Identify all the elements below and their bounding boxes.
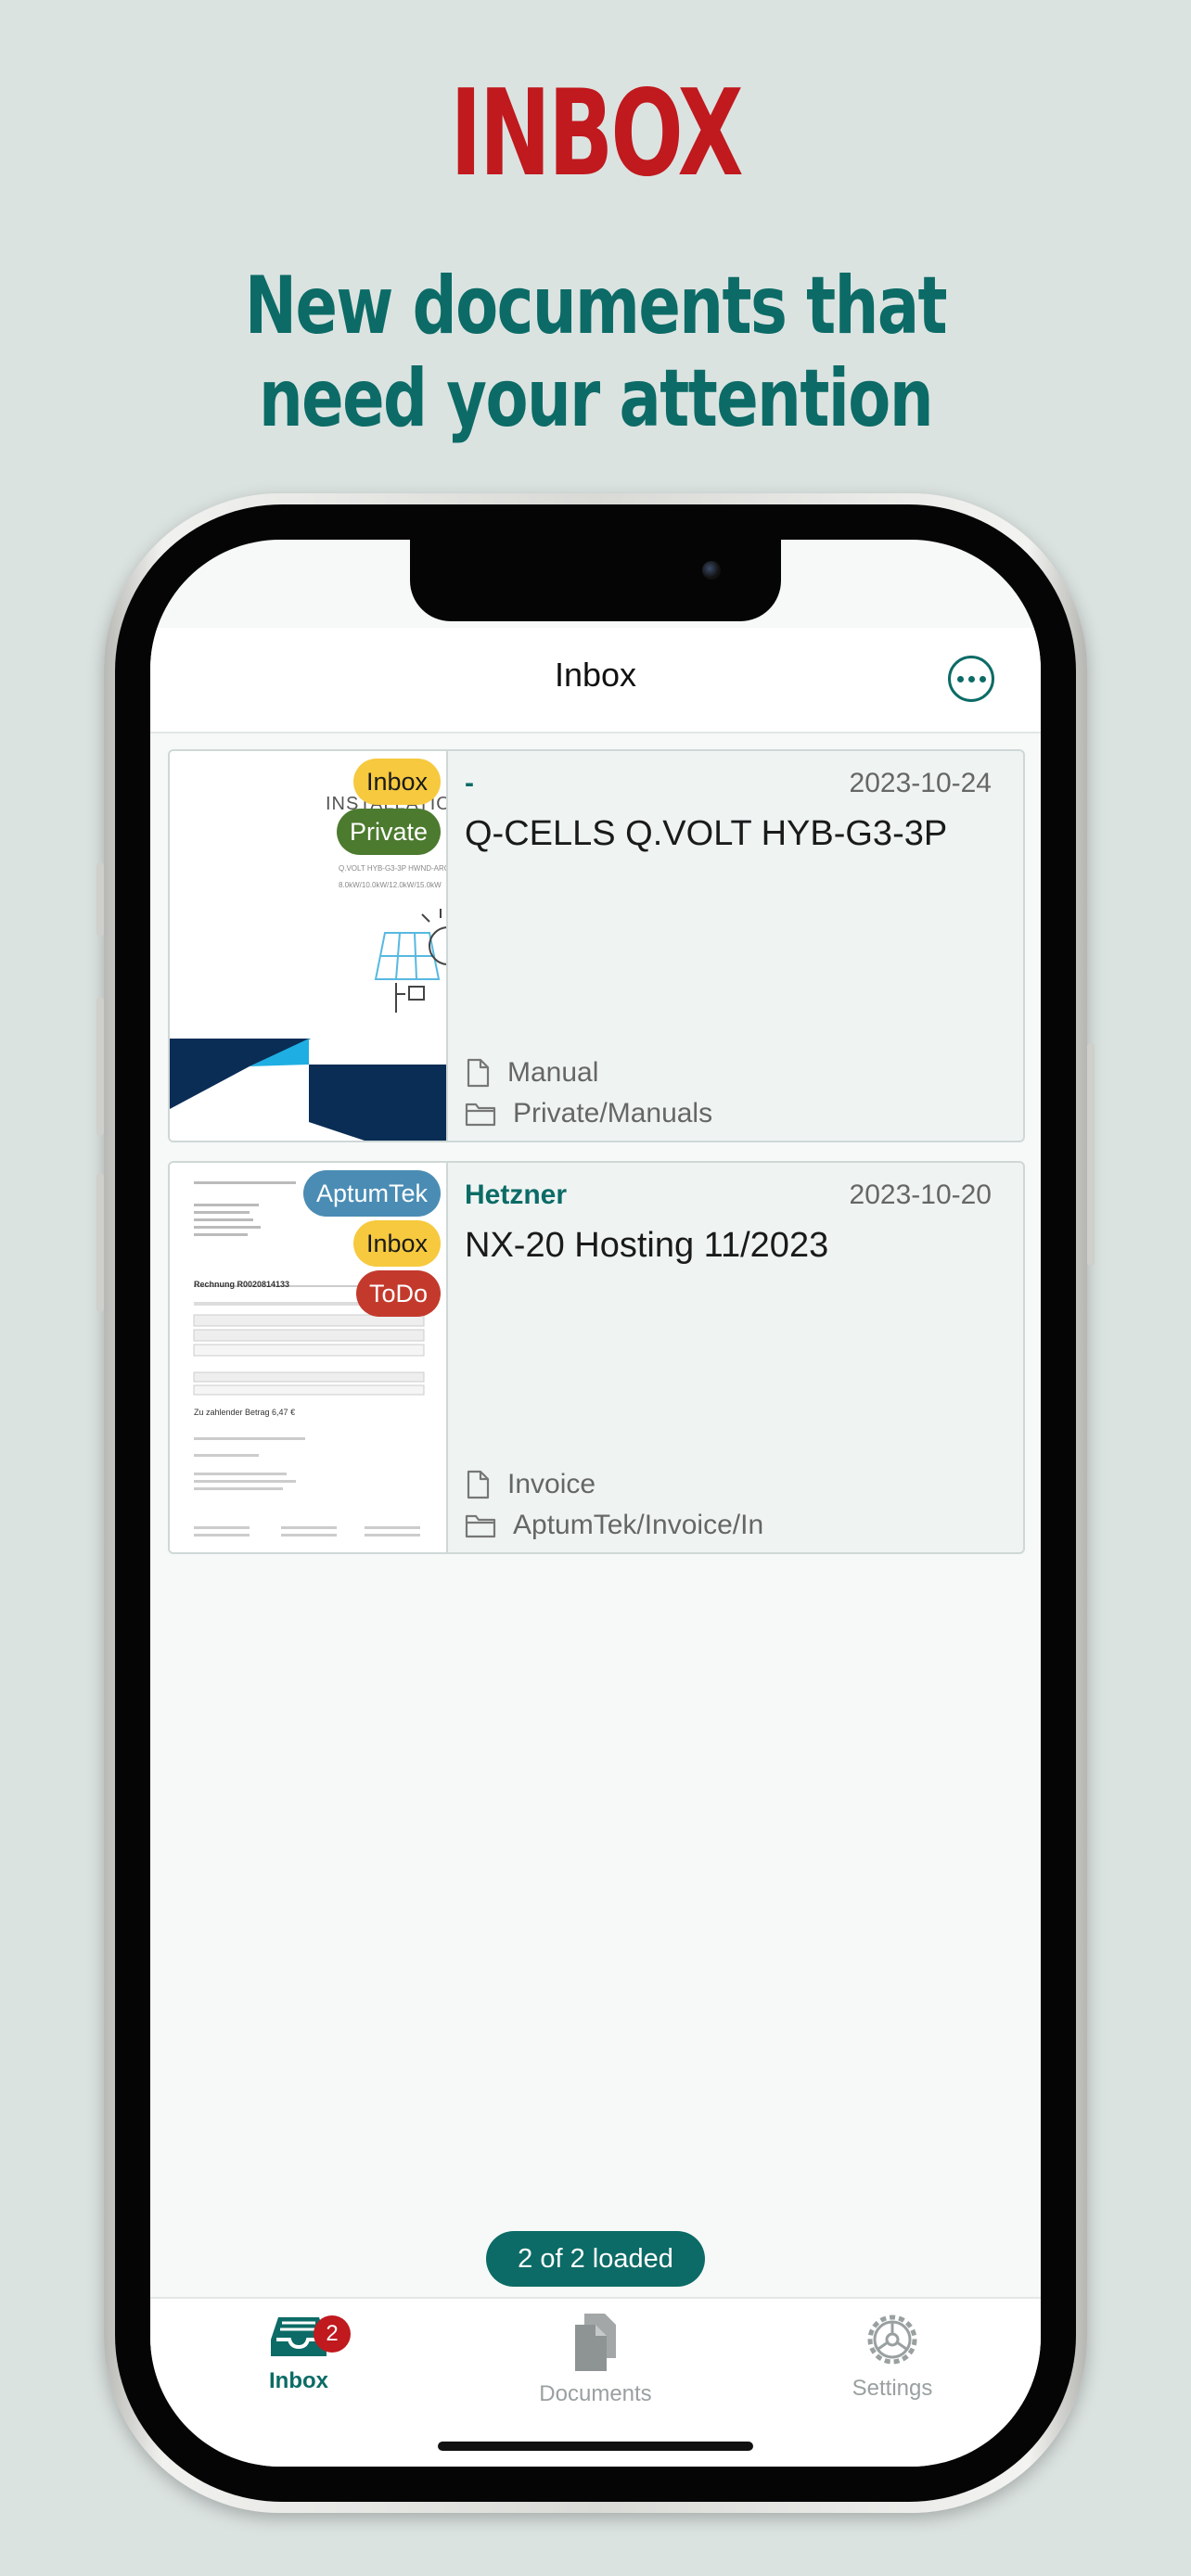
- tab-settings[interactable]: Settings: [800, 2312, 985, 2402]
- storage-path-label: Private/Manuals: [513, 1098, 713, 1129]
- tab-label: Inbox: [269, 2368, 328, 2393]
- folder-icon: [465, 1514, 496, 1538]
- tag-list: AptumTek Inbox ToDo: [302, 1170, 441, 1317]
- notch: [410, 540, 781, 621]
- tag-private[interactable]: Private: [336, 809, 441, 855]
- document-date: 2023-10-20: [849, 1180, 992, 1210]
- tag-list: Inbox Private: [336, 759, 441, 855]
- document-info: Hetzner 2023-10-20 NX-20 Hosting 11/2023…: [465, 1163, 1023, 1552]
- volume-down-button: [96, 1173, 104, 1312]
- document-date: 2023-10-24: [849, 768, 992, 798]
- mute-switch: [96, 862, 104, 937]
- storage-path-label: AptumTek/Invoice/In: [513, 1510, 764, 1540]
- storage-path: AptumTek/Invoice/In: [465, 1510, 763, 1541]
- inbox-count-badge: 2: [314, 2315, 351, 2353]
- document-type-label: Invoice: [507, 1469, 596, 1499]
- tab-label: Settings: [852, 2376, 933, 2401]
- document-title: NX-20 Hosting 11/2023: [465, 1226, 829, 1265]
- tag-inbox[interactable]: Inbox: [352, 759, 441, 805]
- power-button: [1087, 1043, 1095, 1266]
- navigation-bar: Inbox: [150, 628, 1041, 733]
- tag-inbox[interactable]: Inbox: [352, 1220, 441, 1267]
- thumbnail-line: Zu zahlender Betrag 6,47 €: [194, 1408, 296, 1417]
- document-type-label: Manual: [507, 1057, 599, 1088]
- document-card[interactable]: INSTALLATIONS Q.VOLT HYB-G3-3P HWND-ARCH…: [168, 749, 1025, 1142]
- home-indicator[interactable]: [438, 2442, 753, 2451]
- document-thumbnail: INSTALLATIONS Q.VOLT HYB-G3-3P HWND-ARCH…: [170, 751, 448, 1141]
- gear-icon: [867, 2315, 917, 2365]
- promo-title: INBOX: [450, 65, 743, 203]
- loaded-status-badge: 2 of 2 loaded: [486, 2231, 705, 2287]
- phone-screen: Inbox INSTALLATIONS Q.VOLT HYB-G3-3P HWN…: [150, 540, 1041, 2467]
- document-thumbnail: Rechnung R0020814133 Zu zahlender Betrag…: [170, 1163, 448, 1552]
- document-type: Manual: [465, 1057, 598, 1089]
- tab-label: Documents: [539, 2381, 652, 2406]
- tag-aptumtek[interactable]: AptumTek: [302, 1170, 441, 1217]
- tab-documents[interactable]: Documents: [503, 2312, 688, 2407]
- promo-subtitle-line1: New documents that: [244, 260, 948, 352]
- correspondent: Hetzner: [465, 1180, 568, 1210]
- documents-icon: [575, 2314, 616, 2371]
- tab-bar: 2 Inbox Documents Settings: [150, 2297, 1041, 2467]
- camera-icon: [702, 561, 721, 580]
- document-type: Invoice: [465, 1469, 596, 1500]
- document-card[interactable]: Rechnung R0020814133 Zu zahlender Betrag…: [168, 1161, 1025, 1554]
- volume-up-button: [96, 997, 104, 1136]
- promo-subtitle: New documents that need your attention: [131, 260, 1060, 445]
- tab-inbox[interactable]: 2 Inbox: [206, 2312, 391, 2394]
- thumbnail-heading: Rechnung R0020814133: [194, 1280, 290, 1289]
- tag-todo[interactable]: ToDo: [355, 1270, 441, 1317]
- document-title: Q-CELLS Q.VOLT HYB-G3-3P: [465, 814, 948, 853]
- storage-path: Private/Manuals: [465, 1098, 712, 1129]
- document-info: - 2023-10-24 Q-CELLS Q.VOLT HYB-G3-3P Ma…: [465, 751, 1023, 1141]
- page-title: Inbox: [554, 656, 637, 694]
- folder-icon: [465, 1103, 496, 1127]
- correspondent: -: [465, 768, 474, 798]
- promo-subtitle-line2: need your attention: [258, 352, 934, 445]
- document-icon: [467, 1058, 490, 1088]
- more-options-icon[interactable]: [948, 656, 994, 702]
- document-icon: [467, 1470, 490, 1499]
